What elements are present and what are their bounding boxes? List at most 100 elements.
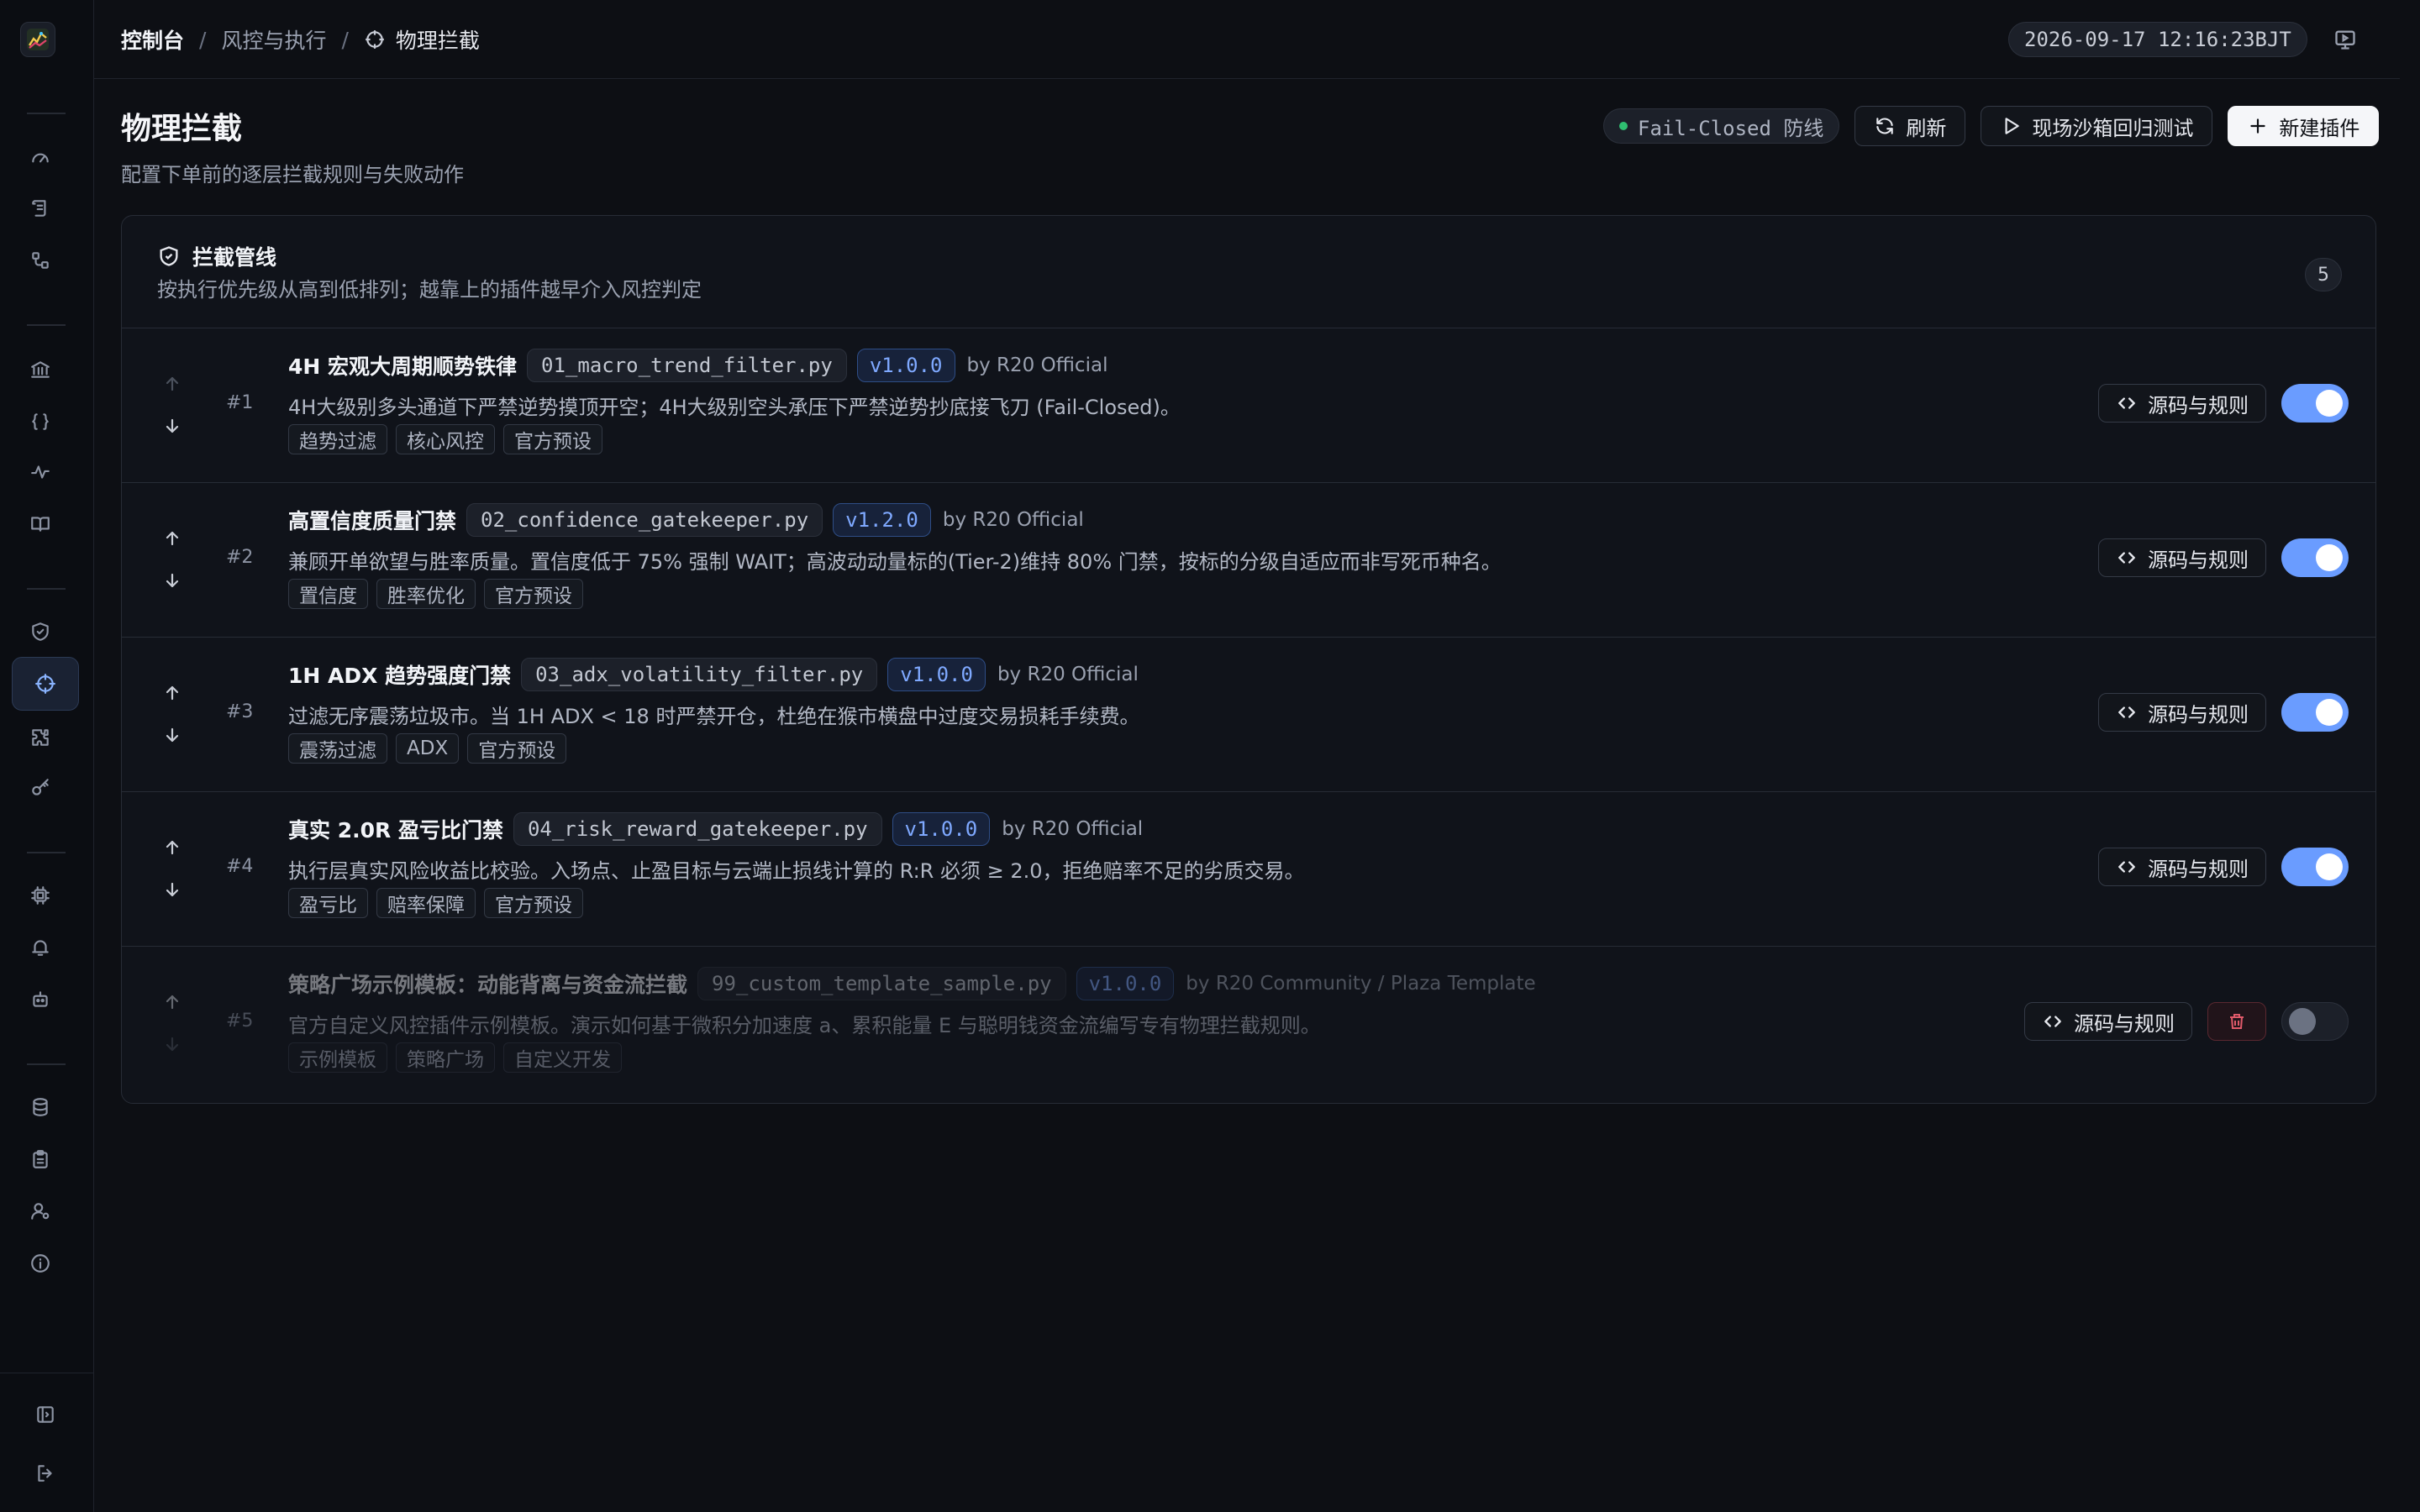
braces-code-icon[interactable]	[22, 403, 59, 440]
plugin-row: #3 1H ADX 趋势强度门禁 03_adx_volatility_filte…	[122, 638, 2375, 792]
crosshair-icon	[366, 30, 384, 49]
refresh-label: 刷新	[1906, 116, 1947, 140]
plugin-row: #1 4H 宏观大周期顺势铁律 01_macro_trend_filter.py…	[122, 328, 2375, 483]
plugin-rank: #2	[226, 547, 254, 568]
shield-check-icon	[160, 246, 178, 266]
sandbox-test-button[interactable]: 现场沙箱回归测试	[1981, 106, 2213, 146]
source-rules-button[interactable]: 源码与规则	[2024, 1002, 2192, 1041]
plugin-enabled-toggle[interactable]	[2281, 384, 2349, 423]
plugin-file-chip: 99_custom_template_sample.py	[697, 967, 1066, 1000]
breadcrumb-section[interactable]: 风控与执行	[221, 24, 326, 55]
source-rules-label: 源码与规则	[2074, 1011, 2175, 1036]
plugin-tag: ADX	[396, 733, 460, 764]
move-down-arrow-icon[interactable]	[159, 876, 186, 903]
sidebar-divider	[27, 324, 66, 326]
info-icon[interactable]	[22, 1245, 59, 1282]
source-rules-button[interactable]: 源码与规则	[2098, 538, 2266, 577]
sidebar-collapse-icon[interactable]	[27, 1396, 64, 1433]
plugin-enabled-toggle[interactable]	[2281, 848, 2349, 886]
code-brackets-icon	[2044, 1016, 2061, 1027]
sidebar	[0, 0, 94, 1512]
scroll-log-icon[interactable]	[22, 190, 59, 227]
plugin-tag: 官方预设	[467, 733, 567, 764]
move-down-arrow-icon[interactable]	[159, 567, 186, 594]
move-down-arrow-icon[interactable]	[159, 1031, 186, 1058]
plugin-tag: 盈亏比	[288, 888, 368, 918]
bell-alarm-icon[interactable]	[22, 929, 59, 966]
plugin-enabled-toggle[interactable]	[2281, 1002, 2349, 1041]
plugin-content: 高置信度质量门禁 02_confidence_gatekeeper.py v1.…	[288, 501, 1502, 609]
screen-monitor-icon[interactable]	[2329, 24, 2361, 55]
plugin-tags: 趋势过滤 核心风控 官方预设	[288, 424, 1181, 454]
play-icon	[2005, 118, 2020, 134]
breadcrumb-root[interactable]: 控制台	[121, 24, 184, 55]
plugin-tags: 示例模板 策略广场 自定义开发	[288, 1042, 1536, 1073]
code-brackets-icon	[2118, 397, 2135, 409]
plugin-file-chip: 03_adx_volatility_filter.py	[521, 658, 878, 691]
plugin-row: #4 真实 2.0R 盈亏比门禁 04_risk_reward_gatekeep…	[122, 792, 2375, 947]
book-icon[interactable]	[22, 506, 59, 543]
bank-icon[interactable]	[22, 351, 59, 388]
database-icon[interactable]	[22, 1089, 59, 1126]
shield-check-icon[interactable]	[22, 613, 59, 650]
plus-icon	[2250, 118, 2266, 134]
sidebar-divider	[27, 113, 66, 114]
toggle-knob	[2316, 853, 2343, 880]
signal-pulse-icon[interactable]	[22, 454, 59, 491]
source-rules-button[interactable]: 源码与规则	[2098, 848, 2266, 886]
workflow-icon[interactable]	[22, 242, 59, 279]
app-logo[interactable]	[20, 22, 55, 57]
plugin-enabled-toggle[interactable]	[2281, 538, 2349, 577]
move-up-arrow-icon[interactable]	[159, 989, 186, 1016]
sidebar-divider	[27, 1063, 66, 1065]
clipboard-icon[interactable]	[22, 1141, 59, 1178]
crosshair-intercept-icon[interactable]	[12, 657, 79, 711]
plugin-tag: 策略广场	[396, 1042, 495, 1073]
delete-plugin-button[interactable]	[2207, 1002, 2266, 1041]
plugin-description: 兼顾开单欲望与胜率质量。置信度低于 75% 强制 WAIT；高波动动量标的(Ti…	[288, 549, 1502, 574]
intercept-pipeline-card: 拦截管线 按执行优先级从高到低排列；越靠上的插件越早介入风控判定 5 #1 4H…	[121, 215, 2376, 1104]
cpu-chip-icon[interactable]	[22, 877, 59, 914]
toggle-knob	[2316, 544, 2343, 571]
sandbox-label: 现场沙箱回归测试	[2032, 116, 2194, 140]
plugin-rank: #1	[226, 392, 254, 413]
plugin-content: 1H ADX 趋势强度门禁 03_adx_volatility_filter.p…	[288, 656, 1139, 764]
sidebar-divider	[27, 852, 66, 853]
move-down-arrow-icon[interactable]	[159, 412, 186, 439]
plugin-count-badge: 5	[2305, 258, 2342, 291]
move-up-arrow-icon[interactable]	[159, 680, 186, 706]
logout-icon[interactable]	[27, 1455, 64, 1492]
new-plugin-button[interactable]: 新建插件	[2228, 106, 2380, 146]
refresh-button[interactable]: 刷新	[1854, 106, 1966, 146]
new-plugin-label: 新建插件	[2279, 116, 2360, 140]
toggle-knob	[2289, 1008, 2316, 1035]
plugin-tags: 置信度 胜率优化 官方预设	[288, 579, 1502, 609]
source-rules-button[interactable]: 源码与规则	[2098, 693, 2266, 732]
move-down-arrow-icon[interactable]	[159, 722, 186, 748]
move-up-arrow-icon[interactable]	[159, 834, 186, 861]
move-up-arrow-icon[interactable]	[159, 370, 186, 397]
plugin-file-chip: 04_risk_reward_gatekeeper.py	[513, 812, 882, 846]
robot-bot-icon[interactable]	[22, 981, 59, 1018]
plugin-version-chip: v1.0.0	[887, 658, 986, 691]
move-up-arrow-icon[interactable]	[159, 525, 186, 552]
plugin-description: 4H大级别多头通道下严禁逆势摸顶开空；4H大级别空头承压下严禁逆势抄底接飞刀 (…	[288, 395, 1181, 419]
code-brackets-icon	[2118, 861, 2135, 873]
pipeline-title-label: 拦截管线	[192, 245, 277, 270]
plugin-tag: 置信度	[288, 579, 368, 609]
plugin-content: 真实 2.0R 盈亏比门禁 04_risk_reward_gatekeeper.…	[288, 811, 1305, 918]
sidebar-divider	[27, 588, 66, 590]
code-brackets-icon	[2118, 706, 2135, 718]
puzzle-plugin-icon[interactable]	[22, 719, 59, 756]
plugin-version-chip: v1.0.0	[856, 349, 955, 382]
dashboard-gauge-icon[interactable]	[22, 139, 59, 176]
user-settings-icon[interactable]	[22, 1193, 59, 1230]
plugin-content: 4H 宏观大周期顺势铁律 01_macro_trend_filter.py v1…	[288, 347, 1181, 454]
status-label: Fail-Closed 防线	[1638, 116, 1824, 140]
plugin-enabled-toggle[interactable]	[2281, 693, 2349, 732]
plugin-description: 过滤无序震荡垃圾市。当 1H ADX < 18 时严禁开仓，杜绝在猴市横盘中过度…	[288, 704, 1140, 728]
top-bar: 控制台 / 风控与执行 / 物理拦截 2026-09-17 12:16:23BJ…	[94, 0, 2400, 79]
key-icon[interactable]	[22, 769, 59, 806]
source-rules-button[interactable]: 源码与规则	[2098, 384, 2266, 423]
pipeline-description: 按执行优先级从高到低排列；越靠上的插件越早介入风控判定	[157, 278, 702, 302]
